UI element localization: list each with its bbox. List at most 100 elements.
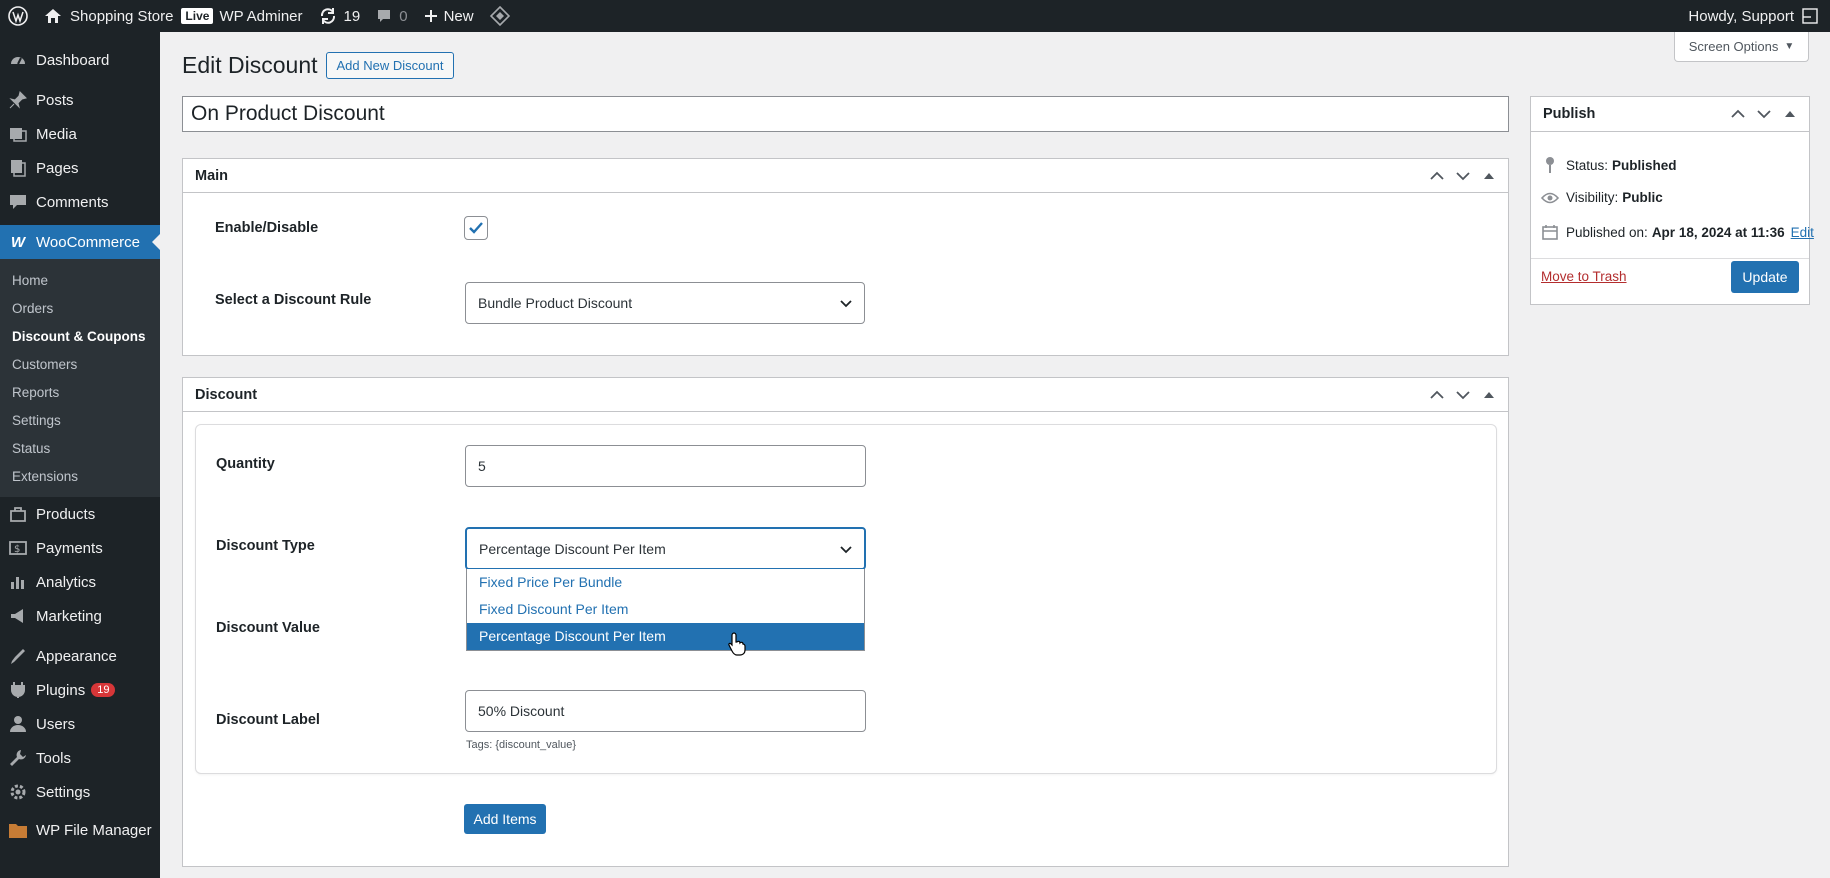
- updates-link[interactable]: 19: [311, 0, 369, 32]
- discount-type-label: Discount Type: [216, 538, 315, 554]
- discount-label-input[interactable]: 50% Discount: [465, 690, 866, 732]
- tags-note: Tags: {discount_value}: [466, 739, 577, 751]
- sidebar-item-payments[interactable]: $ Payments: [0, 531, 160, 565]
- screen-options-label: Screen Options: [1688, 39, 1779, 54]
- move-up-icon[interactable]: [1725, 99, 1751, 129]
- discount-rule-label: Select a Discount Rule: [215, 292, 372, 308]
- pin-icon: [1540, 156, 1560, 174]
- comments-link[interactable]: 0: [368, 0, 415, 32]
- discount-rule-select[interactable]: Bundle Product Discount: [465, 282, 865, 324]
- quantity-value: 5: [478, 458, 486, 474]
- screen-options-button[interactable]: Screen Options ▼: [1674, 32, 1809, 62]
- sidebar-item-pages[interactable]: Pages: [0, 151, 160, 185]
- update-button[interactable]: Update: [1731, 261, 1799, 293]
- my-account[interactable]: Howdy, Support: [1688, 8, 1830, 25]
- discount-type-select[interactable]: Percentage Discount Per Item: [465, 527, 866, 570]
- submenu-item-status[interactable]: Status: [0, 435, 160, 463]
- submenu-item-orders[interactable]: Orders: [0, 295, 160, 323]
- media-icon: [8, 124, 28, 144]
- sidebar-item-media[interactable]: Media: [0, 117, 160, 151]
- toggle-panel-icon[interactable]: [1777, 99, 1803, 129]
- sidebar-item-dashboard[interactable]: Dashboard: [0, 43, 160, 77]
- sidebar-item-label: Products: [36, 505, 96, 523]
- submenu-item-extensions[interactable]: Extensions: [0, 463, 160, 491]
- sidebar-item-appearance[interactable]: Appearance: [0, 639, 160, 673]
- move-down-icon[interactable]: [1450, 161, 1476, 191]
- discount-postbox-title: Discount: [195, 386, 258, 403]
- users-icon: [8, 714, 28, 734]
- main-postbox-title: Main: [195, 167, 229, 184]
- discount-type-dropdown: Fixed Price Per Bundle Fixed Discount Pe…: [466, 569, 865, 651]
- caret-down-icon: ▼: [1784, 41, 1795, 52]
- sidebar-item-label: Plugins: [36, 681, 86, 699]
- sidebar-item-marketing[interactable]: Marketing: [0, 599, 160, 633]
- site-name: Shopping Store: [70, 7, 174, 25]
- published-label: Published on:: [1566, 224, 1648, 240]
- edit-date-link[interactable]: Edit: [1791, 225, 1814, 240]
- discount-rule-value: Bundle Product Discount: [478, 295, 633, 311]
- new-content-link[interactable]: New: [416, 0, 482, 32]
- submenu-item-discount-coupons[interactable]: Discount & Coupons: [0, 323, 160, 351]
- sidebar-item-posts[interactable]: Posts: [0, 83, 160, 117]
- sidebar-item-label: Payments: [36, 539, 103, 557]
- chevron-down-icon: [840, 541, 852, 557]
- sidebar-item-analytics[interactable]: Analytics: [0, 565, 160, 599]
- sidebar-item-label: WooCommerce: [36, 233, 140, 251]
- move-up-icon[interactable]: [1424, 380, 1450, 410]
- sidebar-item-label: Analytics: [36, 573, 97, 591]
- post-title-input[interactable]: On Product Discount: [182, 96, 1509, 132]
- quantity-label: Quantity: [216, 456, 275, 472]
- sidebar-item-wp-file-manager[interactable]: WP File Manager: [0, 813, 160, 847]
- add-new-discount-button[interactable]: Add New Discount: [325, 52, 455, 79]
- submenu-item-customers[interactable]: Customers: [0, 351, 160, 379]
- move-down-icon[interactable]: [1450, 380, 1476, 410]
- updates-count: 19: [343, 7, 361, 25]
- publish-divider: [1531, 258, 1809, 259]
- sidebar-item-settings[interactable]: Settings: [0, 775, 160, 809]
- comment-icon: [8, 192, 28, 212]
- toggle-panel-icon[interactable]: [1476, 161, 1502, 191]
- wordpress-logo-icon[interactable]: [0, 0, 36, 32]
- add-items-button[interactable]: Add Items: [464, 804, 546, 834]
- submenu-item-home[interactable]: Home: [0, 267, 160, 295]
- plugins-icon: [8, 680, 28, 700]
- option-fixed-price-per-bundle[interactable]: Fixed Price Per Bundle: [467, 569, 864, 596]
- sidebar-item-label: WP File Manager: [36, 821, 152, 839]
- discount-type-value: Percentage Discount Per Item: [479, 540, 666, 557]
- option-fixed-discount-per-item[interactable]: Fixed Discount Per Item: [467, 596, 864, 623]
- page-heading: Edit Discount Add New Discount: [182, 52, 455, 79]
- hand-cursor-icon: [728, 632, 746, 660]
- plus-icon: [424, 9, 438, 23]
- sidebar-item-label: Comments: [36, 193, 109, 211]
- published-value: Apr 18, 2024 at 11:36: [1651, 224, 1785, 240]
- sidebar-item-tools[interactable]: Tools: [0, 741, 160, 775]
- submenu-item-settings[interactable]: Settings: [0, 407, 160, 435]
- sidebar-item-comments[interactable]: Comments: [0, 185, 160, 219]
- option-percentage-discount-per-item[interactable]: Percentage Discount Per Item: [467, 623, 864, 650]
- home-icon: [44, 8, 62, 24]
- main-postbox-header: Main: [183, 159, 1508, 193]
- dashboard-icon: [8, 50, 28, 70]
- move-up-icon[interactable]: [1424, 161, 1450, 191]
- sidebar-item-plugins[interactable]: Plugins 19: [0, 673, 160, 707]
- sidebar-item-woocommerce[interactable]: W WooCommerce: [0, 225, 160, 259]
- diamond-plugin-icon[interactable]: [482, 0, 518, 32]
- sidebar-item-label: Posts: [36, 91, 74, 109]
- sidebar-item-users[interactable]: Users: [0, 707, 160, 741]
- eye-icon: [1540, 192, 1560, 204]
- move-to-trash-link[interactable]: Move to Trash: [1541, 269, 1627, 284]
- discount-value-label: Discount Value: [216, 620, 320, 636]
- toggle-panel-icon[interactable]: [1476, 380, 1502, 410]
- move-down-icon[interactable]: [1751, 99, 1777, 129]
- sidebar-item-label: Appearance: [36, 647, 117, 665]
- sidebar-item-label: Pages: [36, 159, 79, 177]
- site-name-link[interactable]: Shopping Store Live WP Adminer: [36, 0, 311, 32]
- sidebar-item-products[interactable]: Products: [0, 497, 160, 531]
- settings-icon: [8, 782, 28, 802]
- enable-checkbox[interactable]: [464, 216, 488, 240]
- submenu-item-reports[interactable]: Reports: [0, 379, 160, 407]
- status-label: Status:: [1566, 157, 1609, 173]
- tools-icon: [8, 748, 28, 768]
- products-icon: [8, 504, 28, 524]
- quantity-input[interactable]: 5: [465, 445, 866, 487]
